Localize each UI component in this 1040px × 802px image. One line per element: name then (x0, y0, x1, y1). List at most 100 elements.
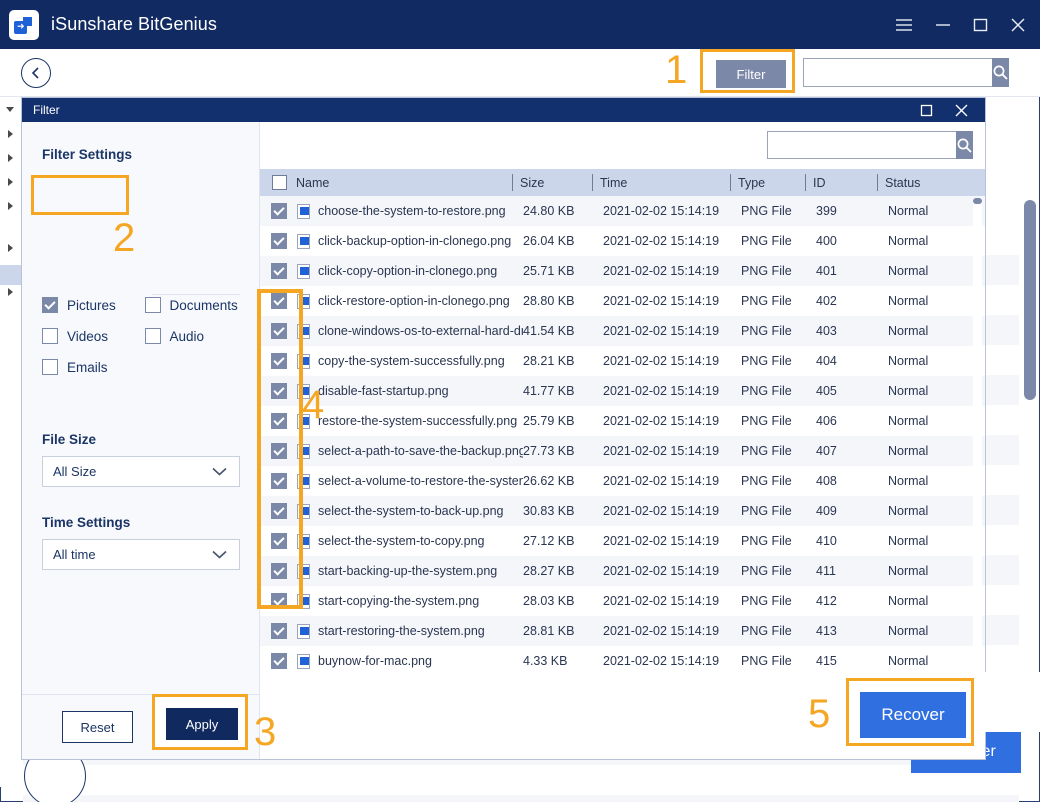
background-row (23, 795, 1019, 802)
table-row[interactable]: click-copy-option-in-clonego.png 25.71 KB… (260, 256, 985, 286)
cell-size: 41.77 KB (523, 384, 575, 398)
apply-button[interactable]: Apply (166, 708, 238, 740)
row-checkbox-box[interactable] (270, 623, 287, 639)
menu-icon[interactable] (895, 18, 913, 32)
checkbox-pictures[interactable]: Pictures (42, 297, 145, 313)
table-row[interactable]: start-copying-the-system.png 28.03 KB 2021… (260, 586, 985, 616)
table-row[interactable]: select-the-system-to-copy.png 27.12 KB 202… (260, 526, 985, 556)
cell-id: 401 (816, 264, 837, 278)
table-row[interactable]: select-a-path-to-save-the-backup.png 27.7… (260, 436, 985, 466)
background-tree-selected[interactable] (0, 265, 21, 285)
chevron-left-icon (31, 67, 39, 79)
recover-button[interactable]: Recover (860, 692, 966, 738)
cell-status: Normal (888, 594, 929, 608)
dialog-scrollbar-thumb[interactable] (973, 198, 982, 204)
image-file-icon (297, 233, 310, 249)
column-header-id[interactable]: ID (805, 169, 877, 196)
time-settings-select[interactable]: All time (42, 539, 240, 570)
cell-time: 2021-02-02 15:14:19 (603, 474, 720, 488)
chevron-down-icon[interactable] (6, 107, 14, 112)
chevron-right-icon[interactable] (8, 130, 13, 138)
background-scrollbar-thumb[interactable] (1024, 200, 1036, 400)
row-checkbox[interactable] (260, 653, 297, 669)
chevron-right-icon[interactable] (8, 202, 13, 210)
cell-time: 2021-02-02 15:14:19 (603, 294, 720, 308)
chevron-right-icon[interactable] (8, 288, 13, 296)
dialog-search-button[interactable] (956, 131, 973, 159)
table-row[interactable]: click-restore-option-in-clonego.png 28.80… (260, 286, 985, 316)
column-header-size[interactable]: Size (512, 169, 592, 196)
cell-name: restore-the-system-successfully.png (297, 413, 523, 429)
annotation-step-4: 4 (302, 383, 325, 427)
time-settings-label: Time Settings (42, 515, 131, 530)
dialog-search-input[interactable] (767, 131, 956, 159)
column-header-type[interactable]: Type (730, 169, 805, 196)
column-header-name[interactable]: Name (296, 169, 512, 196)
reset-button[interactable]: Reset (62, 711, 133, 743)
dialog-search-box (767, 131, 973, 159)
apply-button-highlight: Apply (152, 694, 248, 750)
cell-id: 415 (816, 654, 837, 668)
table-row[interactable]: disable-fast-startup.png 41.77 KB 2021-02-… (260, 376, 985, 406)
dialog-close-icon[interactable] (954, 98, 969, 122)
cell-status: Normal (888, 294, 929, 308)
checkbox-videos-label: Videos (67, 328, 109, 344)
checkbox-videos-box[interactable] (42, 328, 58, 344)
table-row[interactable]: clone-windows-os-to-external-hard-dri 41.… (260, 316, 985, 346)
row-checkbox[interactable] (260, 623, 297, 639)
filter-button[interactable]: Filter (716, 60, 786, 88)
checkbox-pictures-box[interactable] (42, 297, 58, 313)
cell-type: PNG File (741, 474, 792, 488)
checkbox-emails[interactable]: Emails (42, 359, 150, 375)
back-button[interactable] (21, 58, 51, 88)
checkbox-emails-box[interactable] (42, 359, 58, 375)
cell-id: 411 (816, 564, 836, 578)
table-row[interactable]: select-a-volume-to-restore-the-system. 26… (260, 466, 985, 496)
row-checkbox[interactable] (260, 233, 297, 249)
cell-name: click-copy-option-in-clonego.png (297, 263, 523, 279)
table-row[interactable]: restore-the-system-successfully.png 25.79… (260, 406, 985, 436)
row-checkbox-box[interactable] (270, 263, 287, 279)
app-title: iSunshare BitGenius (51, 14, 217, 34)
checkbox-videos[interactable]: Videos (42, 328, 145, 344)
checkbox-documents-box[interactable] (144, 297, 161, 313)
cell-status: Normal (888, 264, 929, 278)
app-search-input[interactable] (803, 58, 992, 87)
cell-name: select-a-volume-to-restore-the-system. (297, 473, 523, 489)
row-checkbox[interactable] (260, 263, 297, 279)
table-row[interactable]: start-restoring-the-system.png 28.81 KB 20… (260, 616, 985, 646)
cell-status: Normal (888, 204, 929, 218)
close-icon[interactable] (1010, 17, 1026, 33)
table-row[interactable]: select-the-system-to-back-up.png 30.83 KB… (260, 496, 985, 526)
row-checkbox-box[interactable] (270, 653, 287, 669)
cell-name: clone-windows-os-to-external-hard-dri (297, 323, 523, 339)
column-header-status[interactable]: Status (877, 169, 967, 196)
chevron-right-icon[interactable] (8, 244, 13, 252)
checkbox-documents-label: Documents (169, 297, 238, 313)
select-all-checkbox[interactable] (272, 175, 287, 190)
search-icon (957, 138, 972, 153)
minimize-icon[interactable] (935, 18, 951, 32)
row-checkbox-box[interactable] (270, 203, 287, 219)
cell-type: PNG File (741, 384, 792, 398)
cell-size: 41.54 KB (523, 324, 575, 338)
dialog-maximize-icon[interactable] (920, 98, 933, 122)
cell-id: 403 (816, 324, 837, 338)
checkbox-audio-box[interactable] (144, 328, 161, 344)
checkbox-documents[interactable]: Documents (144, 297, 248, 313)
table-row[interactable]: choose-the-system-to-restore.png 24.80 KB… (260, 196, 985, 226)
file-size-select[interactable]: All Size (42, 456, 240, 487)
column-header-time[interactable]: Time (592, 169, 730, 196)
row-checkbox[interactable] (260, 203, 297, 219)
cell-name: buynow-for-mac.png (297, 653, 523, 669)
app-search-button[interactable] (992, 58, 1009, 87)
table-row[interactable]: start-backing-up-the-system.png 28.27 KB 2… (260, 556, 985, 586)
table-row[interactable]: click-backup-option-in-clonego.png 26.04 … (260, 226, 985, 256)
chevron-right-icon[interactable] (8, 154, 13, 162)
maximize-icon[interactable] (973, 18, 988, 32)
cell-type: PNG File (741, 294, 792, 308)
chevron-right-icon[interactable] (8, 178, 13, 186)
row-checkbox-box[interactable] (270, 233, 287, 249)
table-row[interactable]: copy-the-system-successfully.png 28.21 KB… (260, 346, 985, 376)
checkbox-audio[interactable]: Audio (144, 328, 248, 344)
